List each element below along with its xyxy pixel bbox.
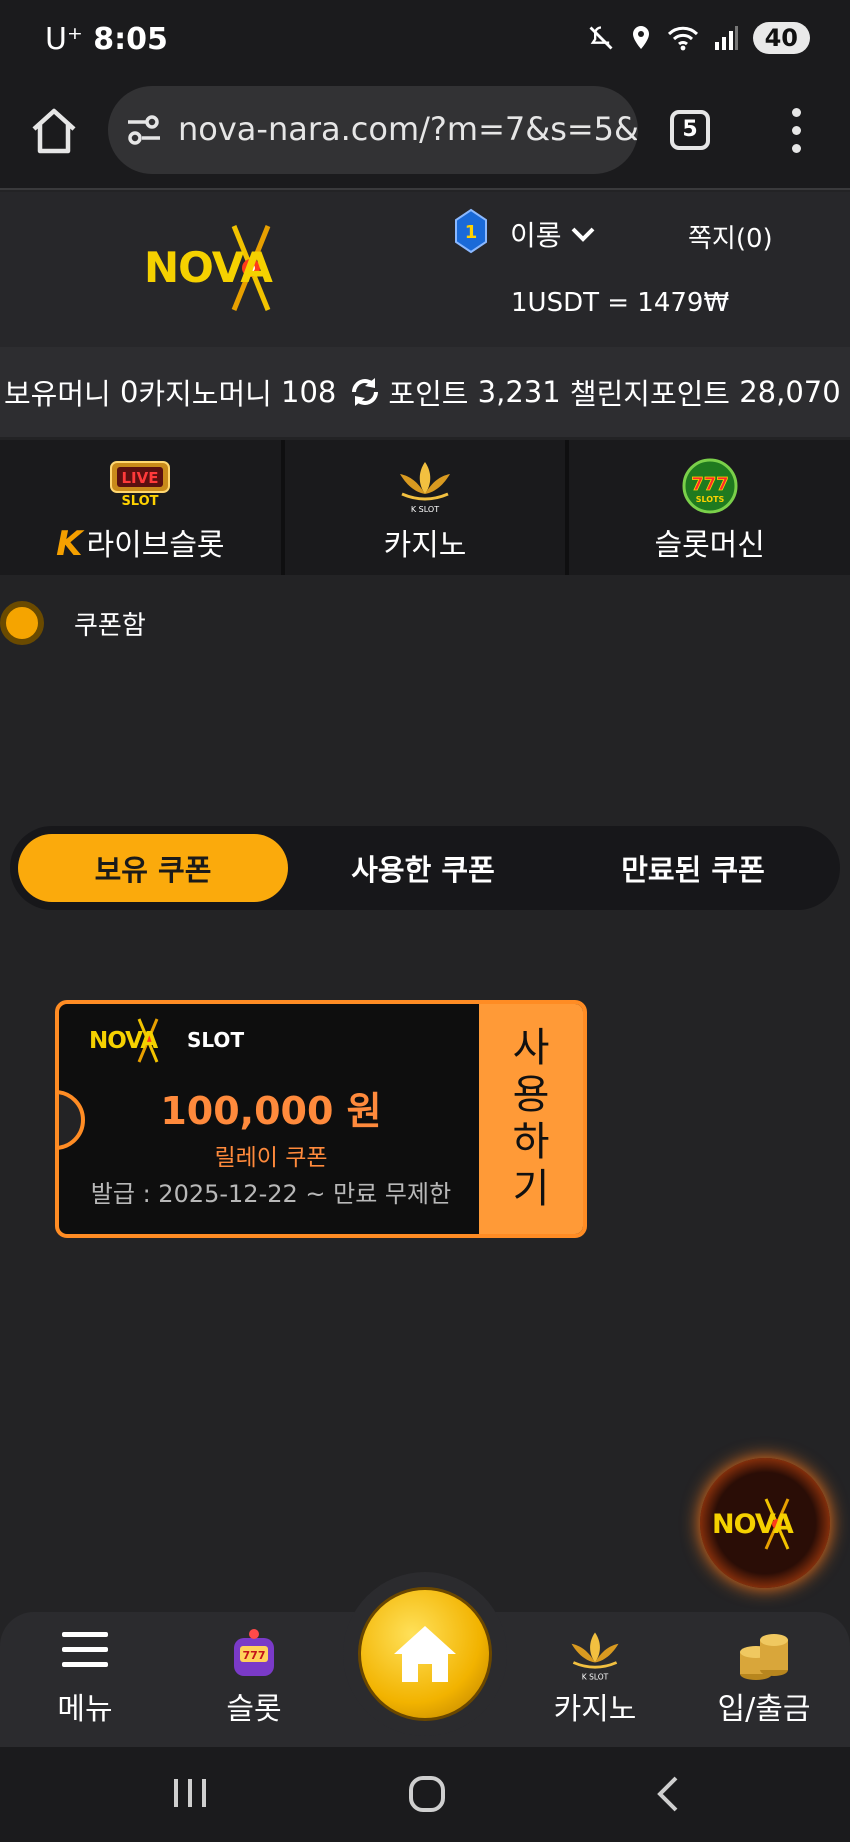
coupon-amount: 100,000 원 — [160, 1089, 382, 1133]
tab-owned-coupons[interactable]: 보유 쿠폰 — [18, 834, 288, 902]
nav-label: 카지노 — [553, 1692, 637, 1727]
k-logo-icon: K — [56, 524, 83, 564]
nav-label: 메뉴 — [57, 1692, 113, 1727]
use-char: 기 — [512, 1166, 550, 1212]
nav-menu[interactable]: 메뉴 — [15, 1612, 155, 1747]
category-label: 카지노 — [383, 528, 467, 563]
nav-deposit-withdraw[interactable]: 입/출금 — [694, 1612, 834, 1747]
site-header: NOVA 1 이롱 쪽지(0) 1USDT = 1479₩ — [0, 192, 850, 347]
mute-icon — [589, 26, 613, 50]
svg-text:SLOTS: SLOTS — [695, 495, 724, 504]
tab-switcher-button[interactable]: 5 — [670, 110, 710, 150]
use-char: 하 — [512, 1119, 550, 1165]
k-slot-lotus-icon: K SLOT — [571, 1632, 619, 1681]
k-slot-lotus-icon: K SLOT — [400, 462, 450, 514]
floating-nova-button[interactable]: NOVA — [700, 1458, 830, 1588]
777-slots-icon: 777 SLOTS — [682, 458, 738, 514]
challenge-point-label: 챌린지포인트 — [569, 377, 730, 411]
more-menu-icon[interactable] — [790, 108, 802, 156]
tab-expired-coupons[interactable]: 만료된 쿠폰 — [558, 834, 828, 902]
signal-icon — [714, 26, 738, 50]
category-label: 슬롯머신 — [654, 528, 765, 563]
svg-text:777: 777 — [243, 1649, 266, 1662]
user-menu[interactable]: 이롱 — [510, 214, 596, 254]
svg-text:LIVE: LIVE — [122, 469, 159, 487]
coupon-box-header: 쿠폰함 — [0, 598, 146, 648]
nav-slot[interactable]: 777 슬롯 — [184, 1612, 324, 1747]
category-nav: LIVE SLOT K 라이브슬롯 K SLOT 카지노 777 SLOTS 슬롯… — [0, 440, 850, 575]
nav-label: 입/출금 — [717, 1692, 811, 1727]
money-value: 0 — [119, 375, 139, 409]
battery-indicator: 40 — [752, 22, 810, 54]
use-char: 사 — [512, 1025, 550, 1071]
coins-icon — [740, 1634, 788, 1680]
coupon-dates: 발급 : 2025-12-22 ~ 만료 무제한 — [90, 1180, 452, 1208]
nova-logo: NOVA — [712, 1498, 795, 1550]
coupon-type: 릴레이 쿠폰 — [214, 1145, 328, 1171]
svg-text:1: 1 — [465, 222, 478, 243]
status-bar: U⁺ 8:05 40 — [0, 0, 850, 80]
wifi-icon — [667, 26, 698, 51]
home-icon[interactable] — [28, 105, 80, 157]
coupon-brand: NOVA SLOT — [89, 1016, 244, 1064]
carrier-label: U⁺ — [45, 22, 83, 57]
money-label: 보유머니 — [4, 377, 111, 411]
exchange-rate: 1USDT = 1479₩ — [511, 288, 730, 318]
category-casino[interactable]: K SLOT 카지노 — [285, 440, 570, 575]
svg-text:NOVA: NOVA — [712, 1509, 794, 1540]
user-name[interactable]: 이롱 — [510, 214, 562, 254]
rank-badge-icon: 1 — [455, 208, 487, 254]
hamburger-icon — [62, 1632, 108, 1667]
svg-text:NOVA: NOVA — [89, 1028, 158, 1054]
svg-text:SLOT: SLOT — [122, 494, 159, 508]
svg-text:NOVA: NOVA — [144, 243, 273, 292]
svg-text:777: 777 — [691, 474, 729, 495]
nav-label: 슬롯 — [226, 1692, 282, 1727]
chevron-down-icon[interactable] — [570, 225, 596, 243]
coupon-brand-sub: SLOT — [187, 1028, 245, 1052]
clock: 8:05 — [93, 22, 168, 57]
category-live-slot[interactable]: LIVE SLOT K 라이브슬롯 — [0, 440, 285, 575]
slot-machine-icon: 777 — [234, 1629, 274, 1676]
category-slot-machine[interactable]: 777 SLOTS 슬롯머신 — [569, 440, 850, 575]
status-time-group: U⁺ 8:05 — [45, 22, 168, 57]
browser-toolbar: nova-nara.com/?m=7&s=5& 5 — [0, 80, 850, 190]
nav-casino[interactable]: K SLOT 카지노 — [525, 1612, 665, 1747]
balance-bar: 보유머니 0 카지노머니 108 포인트 3,231 챌린지포인트 28,070 — [0, 347, 850, 437]
coupon-body: NOVA SLOT 100,000 원 릴레이 쿠폰 발급 : 2025-12-… — [59, 1004, 483, 1234]
category-label: 라이브슬롯 — [86, 528, 225, 563]
refresh-icon[interactable] — [348, 375, 382, 409]
recent-apps-icon[interactable] — [170, 1775, 210, 1811]
house-icon — [394, 1626, 456, 1682]
back-icon[interactable] — [652, 1775, 682, 1813]
point-value: 3,231 — [477, 375, 561, 409]
site-settings-icon[interactable] — [124, 112, 164, 148]
system-nav-bar — [0, 1747, 850, 1842]
challenge-point-value: 28,070 — [739, 375, 841, 409]
casino-money-label: 카지노머니 — [138, 377, 272, 411]
page-title: 쿠폰함 — [74, 610, 146, 641]
casino-money-value: 108 — [281, 375, 337, 409]
location-icon — [632, 26, 649, 49]
tab-used-coupons[interactable]: 사용한 쿠폰 — [288, 834, 558, 902]
url-text[interactable]: nova-nara.com/?m=7&s=5& — [178, 110, 638, 148]
address-bar[interactable]: nova-nara.com/?m=7&s=5& — [108, 86, 638, 174]
coupon-tabs: 보유 쿠폰 사용한 쿠폰 만료된 쿠폰 — [10, 826, 840, 910]
svg-text:K SLOT: K SLOT — [582, 1672, 609, 1681]
use-coupon-button[interactable]: 사 용 하 기 — [479, 1004, 583, 1234]
system-home-icon[interactable] — [408, 1775, 446, 1813]
status-icons: 40 — [587, 22, 810, 54]
coupon-card: NOVA SLOT 100,000 원 릴레이 쿠폰 발급 : 2025-12-… — [55, 1000, 587, 1238]
svg-text:K SLOT: K SLOT — [411, 505, 439, 514]
nova-logo: NOVA — [89, 1018, 159, 1063]
point-label: 포인트 — [388, 377, 469, 411]
use-char: 용 — [512, 1072, 550, 1118]
nova-logo[interactable]: NOVA — [142, 220, 322, 315]
home-button[interactable] — [358, 1587, 492, 1721]
messages-link[interactable]: 쪽지(0) — [688, 218, 773, 255]
bullet-dot-icon — [0, 601, 44, 645]
live-slot-icon: LIVE SLOT — [110, 461, 171, 508]
